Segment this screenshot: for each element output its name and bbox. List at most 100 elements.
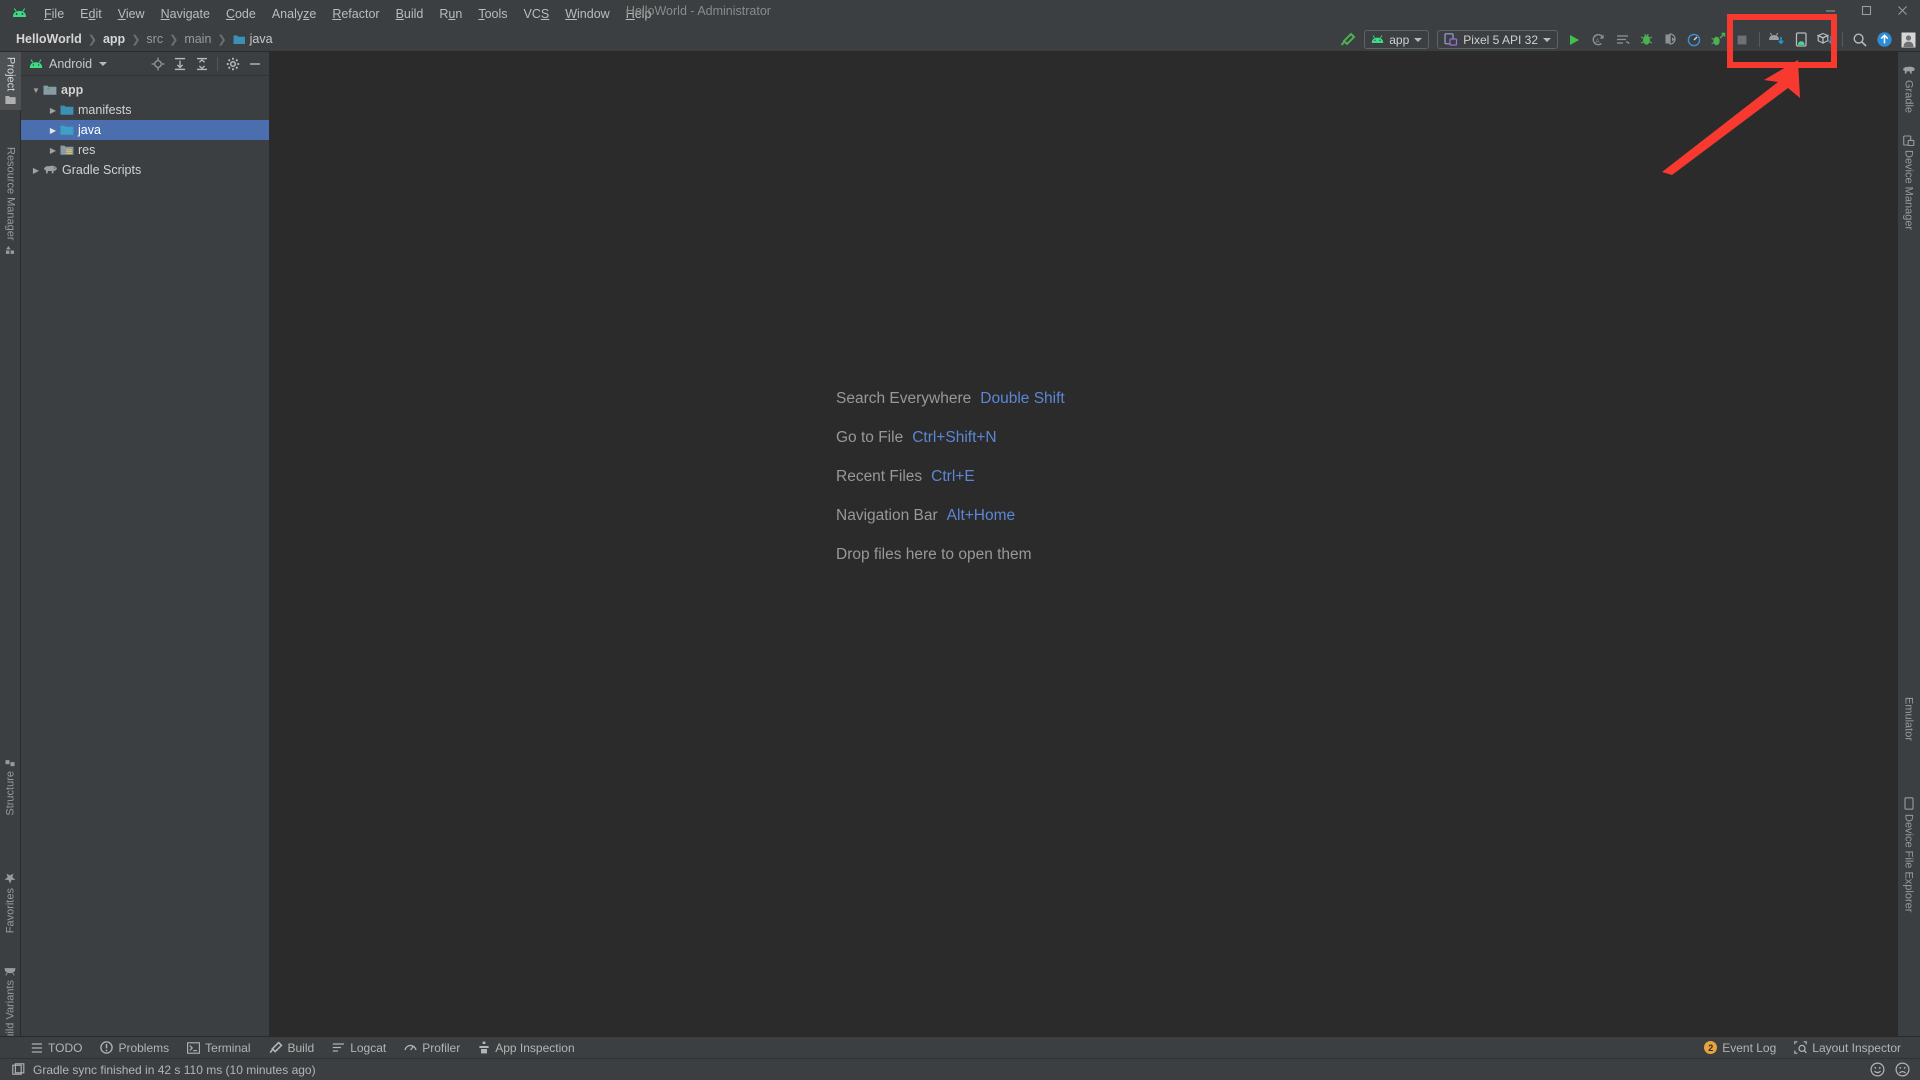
sdk-manager-button[interactable]	[1766, 29, 1788, 51]
debug-button[interactable]	[1635, 29, 1657, 51]
breadcrumb-item-project[interactable]: HelloWorld	[12, 30, 86, 48]
favorites-label: Favorites	[5, 888, 17, 933]
resource-icon	[5, 245, 16, 255]
header-separator	[217, 57, 218, 71]
problems-label: Problems	[118, 1041, 169, 1055]
breadcrumb-item-app[interactable]: app	[99, 30, 129, 48]
chevron-right-icon[interactable]: ▶	[46, 106, 60, 115]
status-bar-right	[1870, 1062, 1920, 1077]
tree-row-res[interactable]: ▶ res	[21, 140, 269, 160]
status-bar: Gradle sync finished in 42 s 110 ms (10 …	[0, 1058, 1920, 1080]
sidebar-item-project[interactable]: Project	[0, 52, 21, 110]
profiler-button[interactable]	[1683, 29, 1705, 51]
sync-project-button[interactable]	[1814, 29, 1836, 51]
menu-item-view[interactable]: View	[110, 4, 153, 24]
project-view-selector-label[interactable]: Android	[49, 57, 92, 71]
breadcrumb-item-src[interactable]: src	[142, 30, 167, 48]
breadcrumb-item-java[interactable]: java	[229, 30, 277, 48]
run-with-coverage-button[interactable]: A	[1587, 29, 1609, 51]
layout-inspector-label: Layout Inspector	[1812, 1041, 1901, 1055]
sidebar-item-gradle[interactable]: Gradle	[1897, 60, 1920, 118]
tree-row-app[interactable]: ▼ app	[21, 80, 269, 100]
bottom-item-build[interactable]: Build	[260, 1038, 324, 1058]
bottom-item-layout-inspector[interactable]: Layout Inspector	[1785, 1038, 1910, 1058]
happy-face-icon[interactable]	[1870, 1062, 1885, 1077]
resource-manager-label: Resource Manager	[5, 147, 17, 241]
breadcrumb-item-main[interactable]: main	[180, 30, 215, 48]
tree-row-java[interactable]: ▶ java	[21, 120, 269, 140]
make-project-button[interactable]	[1337, 29, 1359, 51]
search-button[interactable]	[1849, 29, 1871, 51]
bottom-item-terminal[interactable]: Terminal	[178, 1038, 259, 1058]
attach-debugger-button[interactable]	[1659, 29, 1681, 51]
stop-button[interactable]	[1731, 29, 1753, 51]
menu-item-refactor[interactable]: Refactor	[324, 4, 387, 24]
module-selector[interactable]: app	[1364, 30, 1429, 49]
apply-changes-button[interactable]	[1707, 29, 1729, 51]
bottom-item-todo[interactable]: TODO	[22, 1038, 91, 1058]
welcome-label: Search Everywhere	[836, 390, 971, 408]
sidebar-item-emulator[interactable]: Emulator	[1897, 692, 1920, 746]
menu-item-edit[interactable]: Edit	[72, 4, 110, 24]
logcat-icon	[332, 1042, 345, 1053]
collapse-all-icon[interactable]	[192, 54, 212, 74]
terminal-label: Terminal	[205, 1041, 250, 1055]
device-manager-label: Device Manager	[1903, 150, 1915, 230]
sidebar-item-device-manager[interactable]: Device Manager	[1897, 130, 1920, 235]
emulator-label: Emulator	[1903, 697, 1915, 741]
breadcrumb-separator: ❯	[86, 33, 99, 46]
todo-icon	[31, 1042, 43, 1054]
bottom-item-profiler[interactable]: Profiler	[395, 1038, 469, 1058]
expand-all-icon[interactable]	[170, 54, 190, 74]
menu-item-vcs[interactable]: VCS	[516, 4, 558, 24]
update-button[interactable]	[1873, 29, 1895, 51]
menu-item-build[interactable]: Build	[388, 4, 432, 24]
sidebar-item-resource-manager[interactable]: Resource Manager	[0, 142, 21, 260]
locate-file-icon[interactable]	[148, 54, 168, 74]
bottom-item-app-inspection[interactable]: App Inspection	[469, 1038, 583, 1058]
chevron-right-icon[interactable]: ▶	[46, 146, 60, 155]
minimize-button[interactable]	[1812, 0, 1848, 20]
sad-face-icon[interactable]	[1895, 1062, 1910, 1077]
bottom-item-event-log[interactable]: 2 Event Log	[1695, 1038, 1785, 1058]
chevron-down-icon[interactable]	[99, 62, 107, 66]
structure-label: Structure	[5, 771, 17, 816]
run-all-button[interactable]	[1611, 29, 1633, 51]
close-button[interactable]	[1884, 0, 1920, 20]
welcome-row-search-everywhere: Search Everywhere Double Shift	[836, 390, 1065, 408]
chevron-down-icon	[1414, 38, 1422, 42]
chevron-right-icon[interactable]: ▶	[46, 126, 60, 135]
menu-item-analyze[interactable]: Analyze	[264, 4, 324, 24]
layout-inspector-icon	[1794, 1041, 1807, 1054]
menu-item-file[interactable]: FFileile	[36, 4, 72, 24]
settings-gear-icon[interactable]	[223, 54, 243, 74]
hide-icon[interactable]	[245, 54, 265, 74]
account-button[interactable]	[1897, 29, 1919, 51]
status-memory-icon[interactable]	[12, 1063, 25, 1076]
welcome-label: Go to File	[836, 429, 903, 447]
bottom-item-problems[interactable]: Problems	[91, 1038, 178, 1058]
chevron-down-icon[interactable]: ▼	[29, 86, 43, 95]
right-tool-window-bar: Gradle Device Manager Emulator Device Fi…	[1897, 52, 1920, 1042]
menu-item-window[interactable]: Window	[557, 4, 617, 24]
avd-manager-button[interactable]	[1790, 29, 1812, 51]
sidebar-item-device-file-explorer[interactable]: Device File Explorer	[1897, 792, 1920, 917]
menu-item-navigate[interactable]: Navigate	[153, 4, 218, 24]
menu-item-code[interactable]: Code	[218, 4, 264, 24]
android-studio-logo-icon	[6, 0, 32, 27]
menu-item-run[interactable]: Run	[431, 4, 470, 24]
sidebar-item-favorites[interactable]: Favorites	[0, 867, 21, 938]
device-selector-label: Pixel 5 API 32	[1463, 33, 1538, 47]
maximize-button[interactable]	[1848, 0, 1884, 20]
menu-item-tools[interactable]: Tools	[470, 4, 515, 24]
device-selector[interactable]: Pixel 5 API 32	[1437, 30, 1558, 49]
bottom-item-logcat[interactable]: Logcat	[323, 1038, 395, 1058]
module-icon	[43, 84, 57, 96]
editor-area[interactable]: Search Everywhere Double Shift Go to Fil…	[270, 52, 1897, 1042]
tree-row-manifests[interactable]: ▶ manifests	[21, 100, 269, 120]
project-label: Project	[5, 57, 17, 91]
sidebar-item-structure[interactable]: Structure	[0, 752, 21, 821]
tree-row-gradle-scripts[interactable]: ▶ Gradle Scripts	[21, 160, 269, 180]
chevron-right-icon[interactable]: ▶	[29, 166, 43, 175]
run-button[interactable]	[1563, 29, 1585, 51]
